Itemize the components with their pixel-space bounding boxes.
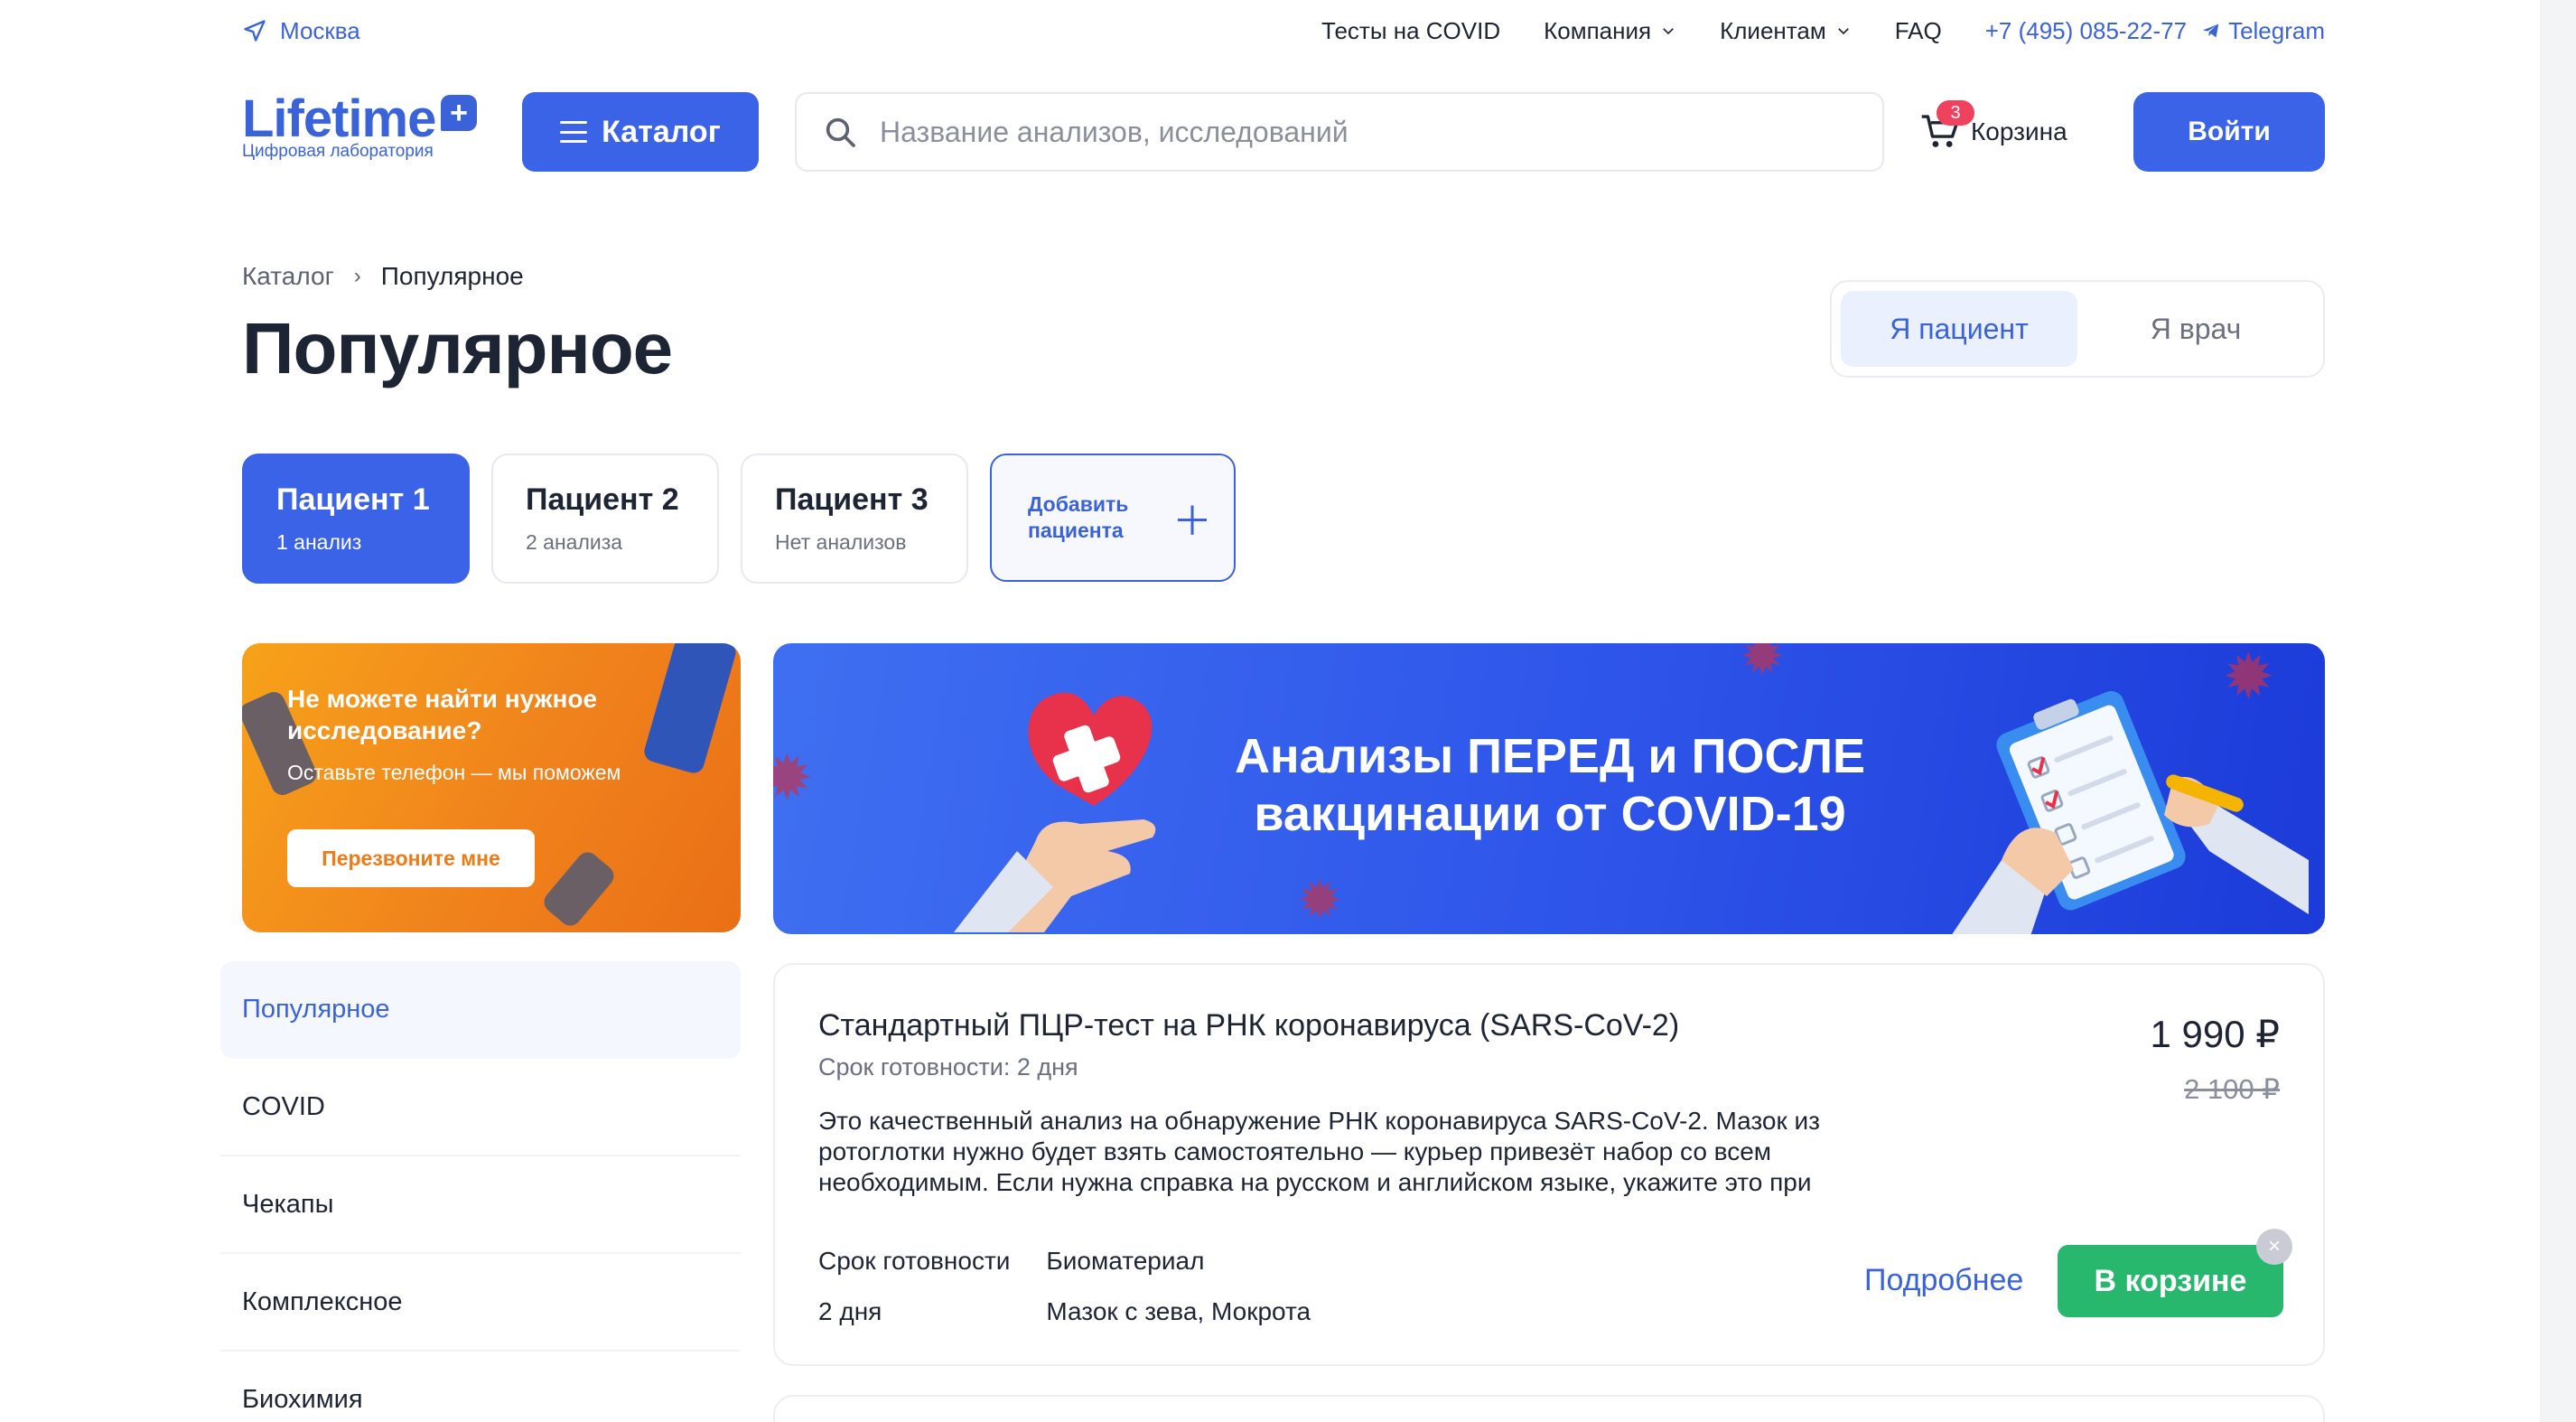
clipboard-illustration	[1952, 690, 2309, 934]
patient-name: Пациент 1	[276, 482, 430, 517]
product-card: Стандартный ПЦР-тест на РНК коронавируса…	[773, 963, 2325, 1366]
scrollbar[interactable]	[2540, 0, 2576, 1422]
phone-illustration	[641, 643, 739, 776]
product-old-price: 2 100 ₽	[2184, 1073, 2280, 1105]
sidebar-item-complex[interactable]: Комплексное	[220, 1254, 741, 1352]
breadcrumb: Каталог › Популярное	[242, 262, 524, 291]
product-meta: Срок готовности 2 дня Биоматериал Мазок …	[818, 1247, 1311, 1326]
category-sidebar: Популярное COVID Чекапы Комплексное Биох…	[220, 961, 741, 1422]
product-ready-time: Срок готовности: 2 дня	[818, 1053, 1078, 1081]
patient-analysis-count: 2 анализа	[526, 530, 623, 554]
search-input[interactable]	[880, 115, 1828, 149]
patient-tab-3[interactable]: Пациент 3 Нет анализов	[741, 454, 968, 584]
header: Lifetime + Цифровая лаборатория Каталог …	[242, 90, 2325, 173]
meta-value: 2 дня	[818, 1297, 882, 1325]
logo-tagline: Цифровая лаборатория	[242, 142, 434, 161]
search-icon	[826, 117, 855, 147]
city-name: Москва	[280, 16, 360, 44]
logo-plus-icon: +	[441, 95, 477, 131]
city-selector[interactable]: Москва	[242, 17, 360, 45]
close-icon[interactable]: ×	[2256, 1229, 2292, 1265]
phone-link[interactable]: +7 (495) 085-22-77	[1985, 17, 2187, 45]
nav-clients[interactable]: Клиентам	[1720, 17, 1852, 45]
login-button[interactable]: Войти	[2133, 92, 2325, 172]
menu-icon	[560, 121, 588, 143]
breadcrumb-separator: ›	[353, 264, 361, 288]
cart-count-badge: 3	[1937, 100, 1974, 126]
nav-company[interactable]: Компания	[1544, 17, 1676, 45]
nav-covid-tests[interactable]: Тесты на COVID	[1321, 17, 1500, 45]
patient-analysis-count: Нет анализов	[775, 530, 907, 554]
role-patient-tab[interactable]: Я пациент	[1841, 291, 2077, 367]
phone-illustration	[539, 847, 619, 931]
breadcrumb-current: Популярное	[380, 262, 524, 290]
patient-tabs: Пациент 1 1 анализ Пациент 2 2 анализа П…	[242, 454, 1236, 584]
logo[interactable]: Lifetime + Цифровая лаборатория	[242, 91, 479, 173]
telegram-link[interactable]: Telegram	[2201, 17, 2325, 45]
hand-heart-illustration	[954, 692, 1156, 932]
location-arrow-icon	[244, 20, 266, 42]
nav-company-label: Компания	[1544, 16, 1652, 44]
virus-illustration: ✹	[1740, 643, 1786, 687]
telegram-icon	[2202, 23, 2219, 38]
meta-ready-time: Срок готовности 2 дня	[818, 1247, 1010, 1326]
meta-value: Мазок с зева, Мокрота	[1046, 1297, 1311, 1325]
sidebar-item-biochemistry[interactable]: Биохимия	[220, 1352, 741, 1422]
product-description: Это качественный анализ на обнаружение Р…	[818, 1107, 1820, 1196]
product-title[interactable]: Стандартный ПЦР-тест на РНК коронавируса…	[818, 1008, 1679, 1043]
promo-subtitle: Оставьте телефон — мы поможем	[287, 761, 621, 784]
product-price: 1 990 ₽	[2150, 1013, 2281, 1055]
chevron-down-icon	[1663, 28, 1674, 35]
add-patient-button[interactable]: Добавить пациента ＋	[990, 454, 1236, 582]
promo-title: Не можете найти нужное исследование?	[287, 685, 598, 744]
in-cart-button[interactable]: В корзине	[2058, 1245, 2283, 1317]
sidebar-item-popular[interactable]: Популярное	[220, 961, 741, 1059]
role-doctor-tab[interactable]: Я врач	[2077, 291, 2314, 367]
top-bar: Москва Тесты на COVID Компания Клиентам …	[242, 13, 2325, 49]
add-patient-label: Добавить пациента	[1028, 492, 1129, 542]
more-details-link[interactable]: Подробнее	[1864, 1263, 2023, 1298]
catalog-button-label: Каталог	[602, 114, 721, 149]
patient-name: Пациент 3	[775, 482, 929, 517]
virus-illustration: ✹	[1297, 870, 1343, 931]
meta-label: Срок готовности	[818, 1247, 1011, 1275]
plus-icon: ＋	[1172, 500, 1212, 544]
sidebar-item-covid[interactable]: COVID	[220, 1059, 741, 1156]
cart-button[interactable]: 3 Корзина	[1920, 100, 2067, 151]
cart-label: Корзина	[1971, 117, 2067, 145]
catalog-button[interactable]: Каталог	[522, 92, 759, 172]
role-switch: Я пациент Я врач	[1830, 280, 2325, 378]
nav-faq[interactable]: FAQ	[1895, 17, 1942, 45]
meta-label: Биоматериал	[1046, 1247, 1205, 1275]
chevron-down-icon	[1837, 28, 1849, 35]
patient-analysis-count: 1 анализ	[276, 530, 362, 554]
patient-tab-2[interactable]: Пациент 2 2 анализа	[491, 454, 719, 584]
logo-word: Lifetime	[242, 89, 436, 148]
telegram-label: Telegram	[2228, 16, 2325, 44]
meta-biomaterial: Биоматериал Мазок с зева, Мокрота	[1046, 1247, 1311, 1326]
top-nav: Тесты на COVID Компания Клиентам FAQ +7 …	[1321, 17, 2325, 45]
nav-clients-label: Клиентам	[1720, 16, 1826, 44]
callback-button[interactable]: Перезвоните мне	[287, 829, 535, 887]
sidebar-item-checkups[interactable]: Чекапы	[220, 1156, 741, 1254]
breadcrumb-catalog[interactable]: Каталог	[242, 262, 334, 291]
nav-faq-label: FAQ	[1894, 16, 1942, 44]
covid-vaccination-banner[interactable]: ✹ ✹ ✹ ✹ Анализы ПЕРЕД и ПОСЛЕ вакцинации…	[773, 643, 2325, 934]
callback-promo: Не можете найти нужное исследование? Ост…	[242, 643, 741, 932]
search-box	[795, 92, 1884, 172]
virus-illustration: ✹	[773, 743, 814, 813]
banner-headline: Анализы ПЕРЕД и ПОСЛЕ вакцинации от COVI…	[1234, 729, 1866, 841]
page-title: Популярное	[242, 308, 673, 388]
patient-name: Пациент 2	[526, 482, 679, 517]
product-card	[773, 1395, 2325, 1422]
patient-tab-1[interactable]: Пациент 1 1 анализ	[242, 454, 470, 584]
nav-covid-tests-label: Тесты на COVID	[1321, 16, 1501, 44]
page: { "topbar": { "city": "Москва", "nav": […	[0, 0, 2576, 1422]
